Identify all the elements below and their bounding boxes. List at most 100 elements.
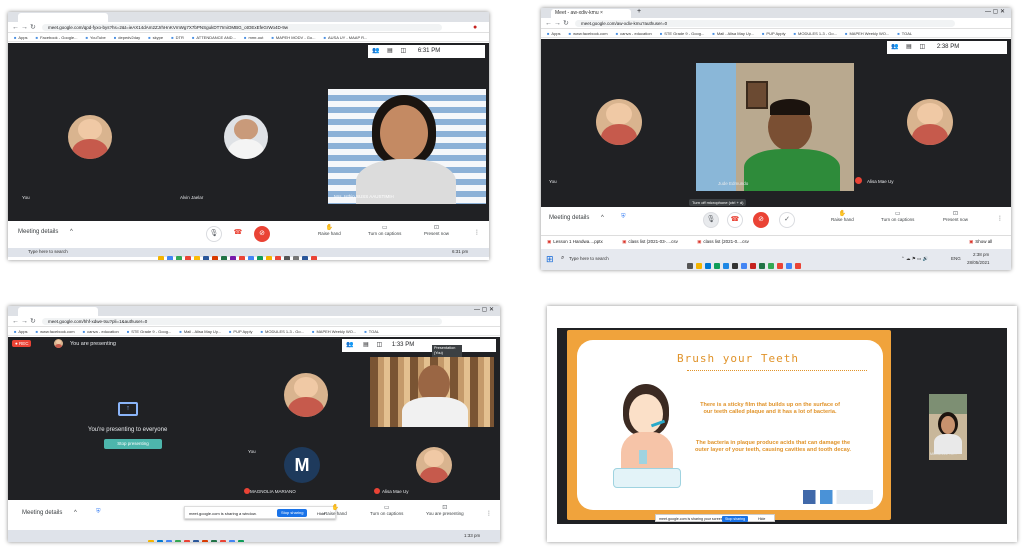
browser-tab[interactable]: Meet - aw-xdiv-kmu × — [551, 9, 631, 18]
activities-icon[interactable]: ◫ — [920, 44, 926, 50]
bookmark-item[interactable]: Apps — [547, 31, 561, 36]
bookmark-item[interactable]: MAPEH Weekly WO... — [845, 31, 889, 36]
bookmark-item[interactable]: canva - education — [83, 329, 119, 334]
present-now-button[interactable]: ⊡ Present now — [943, 210, 968, 222]
bookmark-item[interactable]: www.facebook.com — [36, 329, 75, 334]
forward-icon[interactable]: → — [21, 23, 28, 32]
bookmark-item[interactable]: STE Grade 9 - Goog... — [127, 329, 171, 334]
bookmark-item[interactable]: Apps — [14, 329, 28, 334]
forward-icon[interactable]: → — [554, 19, 561, 28]
activities-icon[interactable]: ◫ — [377, 342, 383, 348]
url-bar[interactable]: meet.google.com/qpd-fyxo-bys?hs=2&t=ieAX… — [42, 24, 442, 31]
bookmark-item[interactable]: MODULES 1-3 - Go... — [794, 31, 837, 36]
bookmark-item[interactable]: mmr-out — [244, 35, 263, 40]
mic-button[interactable]: 🎙 — [703, 212, 719, 228]
meeting-details-button[interactable]: Meeting details — [18, 229, 58, 235]
chat-icon[interactable]: ▤ — [906, 44, 912, 50]
raise-hand-button[interactable]: ✋ Raise hand — [831, 210, 854, 222]
input-language[interactable]: ENG — [951, 256, 961, 261]
chevron-up-icon[interactable]: ^ — [601, 215, 604, 221]
taskbar-search[interactable]: Type here to search — [28, 249, 68, 254]
captions-button[interactable]: ▭ Turn on captions — [881, 210, 914, 222]
stop-sharing-button[interactable]: Stop sharing — [277, 509, 308, 517]
bookmark-item[interactable]: www.facebook.com — [569, 31, 608, 36]
raise-hand-button[interactable]: ✋ Raise hand — [324, 504, 347, 516]
presenting-to-everyone-text: You're presenting to everyone — [88, 427, 168, 433]
bookmark-item[interactable]: skype — [148, 35, 163, 40]
window-controls[interactable]: — ▢ ✕ — [985, 8, 1005, 15]
meeting-details-button[interactable]: Meeting details — [22, 510, 62, 516]
bookmark-item[interactable]: TOAL — [897, 31, 912, 36]
raise-hand-button[interactable]: ✋ Raise hand — [318, 224, 341, 236]
chat-icon[interactable]: ▤ — [387, 48, 393, 54]
url-bar[interactable]: meet.google.com/hhf-xdwe-tsu?pli=1&authu… — [42, 318, 442, 325]
bookmark-item[interactable]: ATTENDANCE AND... — [192, 35, 236, 40]
reload-icon[interactable]: ↻ — [30, 317, 36, 326]
download-item[interactable]: class list (2021-0....csv — [697, 239, 749, 244]
camera-off-button[interactable]: ⊘ — [254, 226, 270, 242]
more-options-icon[interactable]: ⋮ — [474, 229, 480, 236]
forward-icon[interactable]: → — [21, 317, 28, 326]
download-item[interactable]: class list (2021-03-....csv — [622, 239, 678, 244]
reload-icon[interactable]: ↻ — [563, 19, 569, 28]
new-tab-icon[interactable]: + — [637, 8, 641, 15]
meeting-details-button[interactable]: Meeting details — [549, 215, 589, 221]
profile-icon[interactable]: ● — [473, 23, 477, 32]
stop-sharing-button[interactable]: Stop sharing — [722, 516, 749, 522]
camera-off-button[interactable]: ⊘ — [753, 212, 769, 228]
people-icon[interactable]: 👥 — [372, 48, 379, 54]
reload-icon[interactable]: ↻ — [30, 23, 36, 32]
mic-button[interactable]: 🎙 — [206, 226, 222, 242]
more-options-icon[interactable]: ⋮ — [486, 510, 492, 517]
browser-tab[interactable] — [18, 307, 98, 316]
bookmark-item[interactable]: AUSA UY - MAAP R... — [324, 35, 368, 40]
chat-icon[interactable]: ▤ — [363, 342, 369, 348]
captions-button[interactable]: ▭ Turn on captions — [370, 504, 403, 516]
bookmark-item[interactable]: Apps — [14, 35, 28, 40]
bookmark-item[interactable]: MAPEH Weekly WO... — [312, 329, 356, 334]
stop-presenting-button[interactable]: Stop presenting — [104, 439, 162, 449]
chevron-up-icon[interactable]: ^ — [70, 229, 73, 235]
presenting-button[interactable]: ⊡ You are presenting — [426, 504, 464, 516]
meet-stage: Brush your Teeth There is a sticky film … — [557, 328, 1007, 524]
bookmark-item[interactable]: Mail - Alisa May Uy... — [179, 329, 220, 334]
bookmark-item[interactable]: Facebook - Google... — [36, 35, 78, 40]
bookmark-item[interactable]: YouTube — [86, 35, 106, 40]
taskbar-search[interactable]: Type here to search — [569, 256, 609, 261]
meet-top-info: 👥 ▤ ◫ 2:38 PM — [887, 41, 1007, 54]
show-all-button[interactable]: Show all — [969, 236, 992, 246]
url-bar[interactable]: meet.google.com/aw-xdiv-kmu?authuser=0 — [575, 20, 955, 27]
bookmark-item[interactable]: PUP Apply — [762, 31, 785, 36]
bookmark-item[interactable]: Mail - Alisa May Uy... — [712, 31, 753, 36]
windows-start-icon[interactable]: ⊞ — [546, 254, 554, 265]
bookmark-item[interactable]: depedv2day — [114, 35, 140, 40]
shield-icon[interactable]: ⛨ — [621, 214, 626, 221]
present-now-button[interactable]: ⊡ Present now — [424, 224, 449, 236]
hide-button[interactable]: Hide — [758, 515, 765, 523]
bookmark-item[interactable]: PUP Apply — [229, 329, 252, 334]
check-button[interactable]: ✓ — [779, 212, 795, 228]
bookmark-item[interactable]: canva - education — [616, 31, 652, 36]
people-icon[interactable]: 👥 — [346, 342, 353, 348]
window-controls[interactable]: — ▢ ✕ — [474, 306, 494, 313]
download-item[interactable]: Lesson 1 Handwa....pptx — [547, 239, 603, 244]
bookmark-item[interactable]: TOAL — [364, 329, 379, 334]
bookmark-item[interactable]: MODULES 1-3 - Go... — [261, 329, 304, 334]
people-icon[interactable]: 👥 — [891, 44, 898, 50]
meet-bottom-bar: Meeting details ^ ⛨ 🎙 ☎ ⊘ ✓ ✋ Raise hand … — [541, 207, 1011, 235]
captions-button[interactable]: ▭ Turn on captions — [368, 224, 401, 236]
back-icon[interactable]: ← — [12, 317, 19, 326]
bookmark-item[interactable]: STE Grade 9 - Goog... — [660, 31, 704, 36]
browser-tab[interactable] — [18, 13, 108, 22]
chevron-up-icon[interactable]: ^ — [74, 510, 77, 516]
bookmark-item[interactable]: DTR — [171, 35, 184, 40]
end-call-button[interactable]: ☎ — [230, 226, 246, 242]
back-icon[interactable]: ← — [12, 23, 19, 32]
end-call-button[interactable]: ☎ — [727, 212, 743, 228]
back-icon[interactable]: ← — [545, 19, 552, 28]
activities-icon[interactable]: ◫ — [401, 48, 407, 54]
more-options-icon[interactable]: ⋮ — [997, 215, 1003, 222]
bookmark-item[interactable]: MAPEH MODV - Go... — [271, 35, 315, 40]
shield-icon[interactable]: ⛨ — [96, 509, 101, 516]
close-tab-icon[interactable]: × — [600, 10, 603, 16]
